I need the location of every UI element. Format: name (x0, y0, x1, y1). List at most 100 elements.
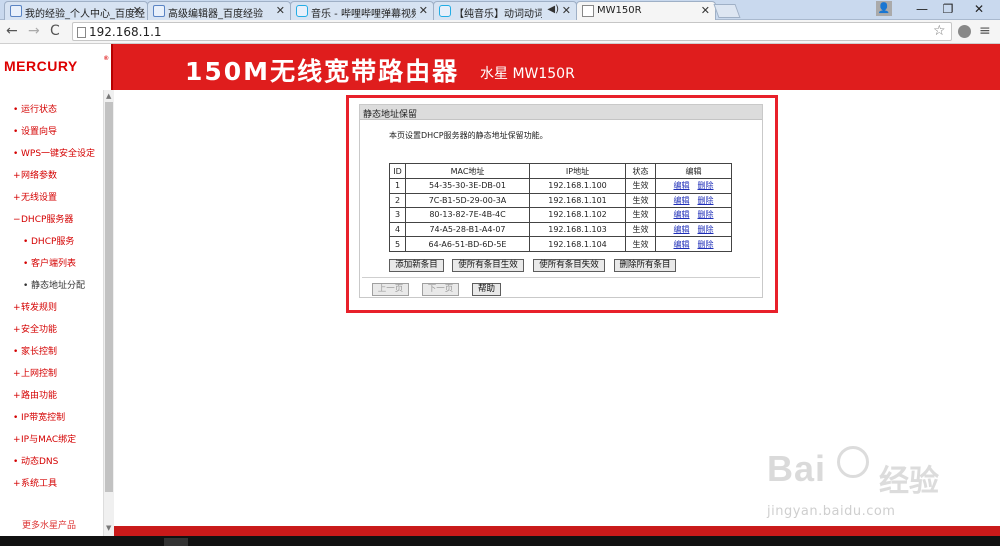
close-icon[interactable]: ✕ (701, 4, 710, 17)
tab-baidu-personal[interactable]: 我的经验_个人中心_百度经 ✕ (4, 1, 148, 20)
close-icon[interactable]: ✕ (276, 4, 285, 17)
sidebar-item-ip-mac-binding[interactable]: +IP与MAC绑定 (13, 432, 76, 445)
next-page-button[interactable]: 下一页 (422, 283, 459, 296)
edit-link[interactable]: 编辑 (674, 240, 690, 249)
delete-link[interactable]: 删除 (698, 225, 714, 234)
sidebar-item-dhcp[interactable]: −DHCP服务器 (13, 212, 73, 225)
bullet-icon: • (23, 237, 29, 247)
sidebar-item-wps[interactable]: • WPS一键安全设定 (13, 146, 95, 159)
cell-ip: 192.168.1.104 (529, 236, 626, 252)
menu-icon[interactable]: ≡ (979, 23, 991, 39)
edit-link[interactable]: 编辑 (674, 196, 690, 205)
new-tab-button[interactable] (713, 4, 741, 18)
tab-bilibili-song[interactable]: 【纯音乐】动词动词书 ◀) ✕ (433, 1, 577, 20)
cell-status: 生效 (625, 236, 656, 252)
prev-page-button[interactable]: 上一页 (372, 283, 409, 296)
table-row: 4 74-A5-28-B1-A4-07 192.168.1.103 生效 编辑删… (389, 221, 732, 238)
sidebar-item-system-tools[interactable]: +系统工具 (13, 476, 57, 489)
sidebar-item-forwarding[interactable]: +转发规则 (13, 300, 57, 313)
tab-bilibili-music[interactable]: 音乐 - 哔哩哔哩弹幕视频网 ✕ (290, 1, 434, 20)
taskbar-button[interactable] (164, 538, 188, 546)
column-header: IP地址 (529, 163, 626, 179)
mercury-logo: MERCURY ® (0, 44, 113, 90)
forward-arrow-icon[interactable]: → (28, 23, 40, 39)
cell-mac: 64-A6-51-BD-6D-5E (405, 236, 530, 252)
sidebar-subitem-static-address[interactable]: • 静态地址分配 (23, 278, 85, 291)
tab-mw150r[interactable]: MW150R ✕ (576, 1, 716, 21)
reload-icon[interactable]: C (50, 23, 60, 39)
plus-icon: + (13, 325, 21, 335)
edit-link[interactable]: 编辑 (674, 225, 690, 234)
tab-label: MW150R (597, 5, 642, 16)
scroll-up-icon[interactable]: ▲ (106, 92, 111, 100)
browser-tab-bar: 我的经验_个人中心_百度经 ✕ 高级编辑器_百度经验 ✕ 音乐 - 哔哩哔哩弹幕… (0, 0, 1000, 21)
disable-all-button[interactable]: 使所有条目失效 (533, 259, 605, 272)
minimize-button[interactable]: — (910, 0, 934, 20)
window-close-button[interactable]: ✕ (964, 0, 994, 20)
sidebar-subitem-client-list[interactable]: • 客户端列表 (23, 256, 76, 269)
back-arrow-icon[interactable]: ← (6, 23, 18, 39)
user-profile-icon[interactable]: 👤 (876, 1, 892, 16)
address-bar[interactable]: 192.168.1.1 (72, 22, 952, 41)
column-header: MAC地址 (405, 163, 530, 179)
cell-ip: 192.168.1.103 (529, 221, 626, 238)
sidebar-cut-off-link[interactable]: 更多水星产品 (22, 518, 76, 531)
cell-ip: 192.168.1.100 (529, 178, 626, 194)
extension-icon[interactable] (958, 25, 971, 38)
sidebar-item-access-control[interactable]: +上网控制 (13, 366, 57, 379)
close-icon[interactable]: ✕ (133, 4, 142, 17)
add-entry-button[interactable]: 添加新条目 (389, 259, 444, 272)
scroll-down-icon[interactable]: ▼ (106, 524, 111, 532)
sidebar-item-routing[interactable]: +路由功能 (13, 388, 57, 401)
watermark-brand-left: Bai (767, 448, 827, 489)
table-row: 1 54-35-30-3E-DB-01 192.168.1.100 生效 编辑删… (389, 178, 732, 194)
sidebar-item-parental[interactable]: • 家长控制 (13, 344, 57, 357)
sidebar-scrollbar[interactable]: ▲ ▼ (103, 90, 114, 536)
delete-link[interactable]: 删除 (698, 196, 714, 205)
sidebar-item-ddns[interactable]: • 动态DNS (13, 454, 58, 467)
sidebar-item-security[interactable]: +安全功能 (13, 322, 57, 335)
watermark-brand-right: 经验 (879, 464, 939, 499)
delete-link[interactable]: 删除 (698, 181, 714, 190)
cell-status: 生效 (625, 221, 656, 238)
edit-link[interactable]: 编辑 (674, 210, 690, 219)
cell-edit: 编辑 删除 (655, 221, 732, 238)
scroll-thumb[interactable] (105, 102, 113, 492)
cell-id: 2 (389, 192, 406, 209)
table-header-row: ID MAC地址 IP地址 状态 编辑 (389, 163, 732, 179)
cell-edit: 编辑 删除 (655, 236, 732, 252)
cell-id: 4 (389, 221, 406, 238)
plus-icon: + (13, 479, 21, 489)
edit-link[interactable]: 编辑 (674, 181, 690, 190)
cell-ip: 192.168.1.102 (529, 207, 626, 223)
sidebar-item-wireless[interactable]: +无线设置 (13, 190, 57, 203)
delete-all-button[interactable]: 删除所有条目 (614, 259, 676, 272)
watermark-url: jingyan.baidu.com (767, 504, 896, 519)
panel-description: 本页设置DHCP服务器的静态地址保留功能。 (389, 131, 548, 140)
delete-link[interactable]: 删除 (698, 240, 714, 249)
sidebar-item-network[interactable]: +网络参数 (13, 168, 57, 181)
tab-baidu-editor[interactable]: 高级编辑器_百度经验 ✕ (147, 1, 291, 20)
cell-id: 1 (389, 178, 406, 194)
bookmark-star-icon[interactable]: ☆ (933, 23, 946, 39)
router-model: 水星 MW150R (480, 66, 575, 82)
bullet-icon: • (13, 127, 19, 137)
divider (362, 277, 760, 278)
plus-icon: + (13, 369, 21, 379)
tab-label: 音乐 - 哔哩哔哩弹幕视频网 (311, 9, 416, 20)
sidebar-item-bandwidth[interactable]: • IP带宽控制 (13, 410, 65, 423)
help-button[interactable]: 帮助 (472, 283, 501, 296)
enable-all-button[interactable]: 使所有条目生效 (452, 259, 524, 272)
sidebar-menu: • 运行状态 • 设置向导 • WPS一键安全设定 +网络参数 +无线设置 −DHCP… (0, 90, 103, 536)
sidebar-item-status[interactable]: • 运行状态 (13, 102, 57, 115)
restore-button[interactable]: ❐ (936, 0, 960, 20)
column-header: 状态 (625, 163, 656, 179)
bullet-icon: • (23, 259, 29, 269)
delete-link[interactable]: 删除 (698, 210, 714, 219)
close-icon[interactable]: ✕ (419, 4, 428, 17)
sidebar-item-wizard[interactable]: • 设置向导 (13, 124, 57, 137)
speaker-icon[interactable]: ◀) (547, 4, 559, 15)
sidebar-subitem-dhcp-service[interactable]: • DHCP服务 (23, 234, 74, 247)
baidu-jingyan-watermark: Bai 经验 jingyan.baidu.com (767, 446, 987, 524)
close-icon[interactable]: ✕ (562, 4, 571, 17)
